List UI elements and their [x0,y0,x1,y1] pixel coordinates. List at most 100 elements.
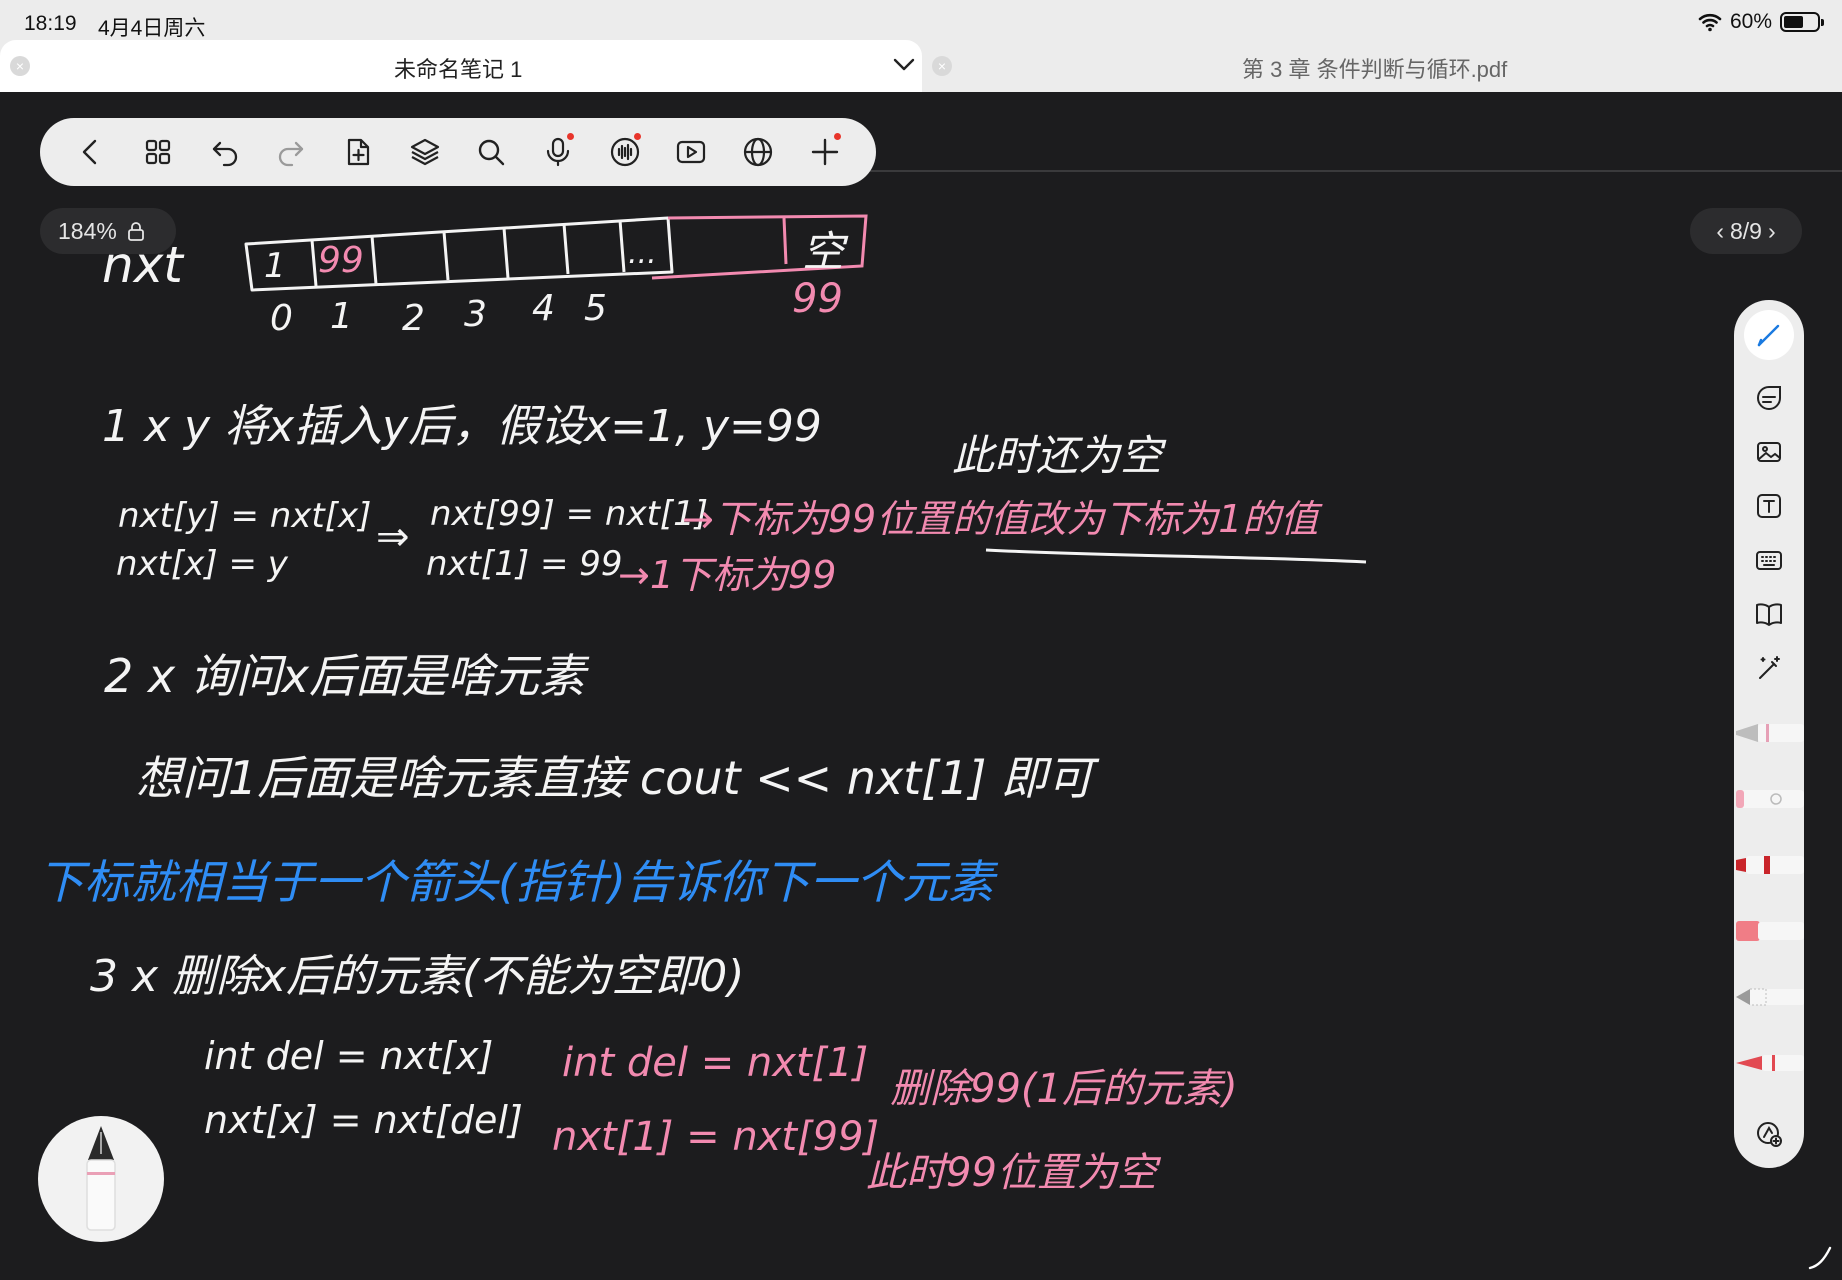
marker-pen-swatch[interactable] [1736,852,1804,878]
current-pen-button[interactable] [38,1116,164,1242]
op1-example-2-explain: →1下标为99 [618,553,837,597]
pointer-tip: 下标就相当于一个箭头(指针)告诉你下一个元素 [38,855,994,909]
add-page-button[interactable] [325,118,392,186]
book-button[interactable] [1747,592,1791,636]
video-play-icon [677,140,706,164]
index-5: 5 [584,288,607,329]
close-tab-icon[interactable]: × [932,56,952,76]
eraser-pen-swatch[interactable] [1736,786,1804,812]
op1-note: 此时还为空 [952,431,1163,480]
pencil-swatch[interactable] [1736,984,1804,1010]
scribble-corner-icon [1808,1246,1832,1270]
keyboard-button[interactable] [1747,538,1791,582]
sticker-button[interactable] [1747,376,1791,420]
op3-code-1: int del = nxt[x] [204,1034,494,1078]
op2-body: 想问1后面是啥元素直接 cout << nxt[1] 即可 [136,751,1094,805]
status-time: 18:19 [24,12,77,35]
fountain-pen-swatch[interactable] [1736,720,1804,746]
array-cell-1: 99 [318,240,364,281]
audio-button[interactable] [591,118,658,186]
tab-pdf[interactable]: × 第 3 章 条件判断与循环.pdf [924,40,1842,92]
pen-icon [1757,324,1780,347]
status-date: 4月4日周六 [98,17,206,40]
add-page-icon [347,138,370,166]
highlighter-pen-swatch[interactable] [1736,918,1804,944]
array-cell-0: 1 [264,246,286,286]
tab-bar: × 未命名笔记 1 × 第 3 章 条件判断与循环.pdf [0,40,1842,92]
page-label: 8/9 [1730,217,1762,244]
globe-icon [743,137,773,167]
index-4: 4 [532,288,555,329]
op2-title: 2 x 询问x后面是啥元素 [104,649,585,703]
pen-tool-button[interactable] [1744,310,1794,360]
op3-example-2-explain: 此时99位置为空 [866,1150,1157,1196]
tab-note[interactable]: × 未命名笔记 1 [0,40,922,92]
microphone-icon [546,137,570,167]
index-3: 3 [464,294,487,335]
index-0: 0 [270,298,293,339]
undo-button[interactable] [191,118,258,186]
top-toolbar [40,118,876,186]
video-button[interactable] [658,118,725,186]
op1-title: 1 x y 将x插入y后，假设x=1, y=99 [102,401,822,452]
index-2: 2 [402,298,425,339]
op1-code-1: nxt[y] = nxt[x] [118,496,372,536]
back-button[interactable] [58,118,125,186]
battery-icon [1780,12,1824,32]
image-button[interactable] [1747,430,1791,474]
recording-dot [634,133,642,140]
index-99: 99 [792,276,843,322]
tab-note-title: 未命名笔记 1 [394,57,523,82]
prev-page-icon[interactable]: ‹ [1716,218,1724,245]
text-box-button[interactable] [1747,484,1791,528]
array-cell-empty: 空 [802,227,845,276]
grid-icon [145,139,171,165]
status-bar: 18:19 4月4日周六 60% [0,0,1842,40]
op1-arrow: ⇒ [376,514,410,560]
array-cell-ellipsis: ... [628,236,657,271]
split-divider [870,170,1842,172]
add-button[interactable] [791,118,858,186]
redo-button[interactable] [258,118,325,186]
status-right: 60% [1698,10,1824,34]
grid-button[interactable] [125,118,192,186]
magic-wand-icon [1759,656,1780,679]
op1-example-1-explain: →下标为99位置的值改为下标为1的值 [682,497,1319,541]
op1-code-2: nxt[x] = y [116,544,288,584]
op1-example-1: nxt[99] = nxt[1] [430,494,709,534]
notification-dot [834,133,842,140]
battery-percent: 60% [1729,10,1772,33]
close-tab-icon[interactable]: × [10,56,30,76]
book-icon [1756,603,1782,626]
op3-example-1-explain: 删除99(1后的元素) [890,1066,1238,1112]
op3-example-2: nxt[1] = nxt[99] [552,1114,880,1160]
layers-icon [410,138,439,166]
search-button[interactable] [458,118,525,186]
battery-fill [1784,16,1804,28]
fountain-pen-icon [86,1126,116,1231]
op3-code-2: nxt[x] = nxt[del] [204,1098,523,1142]
back-icon [83,139,97,165]
tab-pdf-title: 第 3 章 条件判断与循环.pdf [1242,57,1508,82]
op1-example-2: nxt[1] = 99 [426,544,623,584]
keyboard-icon [1756,551,1782,570]
fine-pen-swatch[interactable] [1736,1050,1804,1076]
array-label: nxt [102,236,183,294]
pen-settings-button[interactable] [1747,1112,1791,1156]
search-icon [479,139,505,166]
browser-button[interactable] [725,118,792,186]
next-page-icon[interactable]: › [1768,218,1776,245]
microphone-button[interactable] [525,118,592,186]
op3-example-1: int del = nxt[1] [562,1040,869,1086]
op3-title: 3 x 删除x后的元素(不能为空即0) [90,951,745,1002]
text-box-icon [1757,494,1781,518]
page-navigator[interactable]: ‹ 8/9 › [1690,208,1802,254]
chevron-down-icon[interactable] [892,52,916,76]
index-1: 1 [330,296,353,337]
layers-button[interactable] [391,118,458,186]
undo-icon [212,141,237,167]
sticker-icon [1757,386,1781,410]
image-icon [1757,442,1781,462]
magic-tool-button[interactable] [1747,646,1791,690]
wifi-icon [1698,13,1722,32]
